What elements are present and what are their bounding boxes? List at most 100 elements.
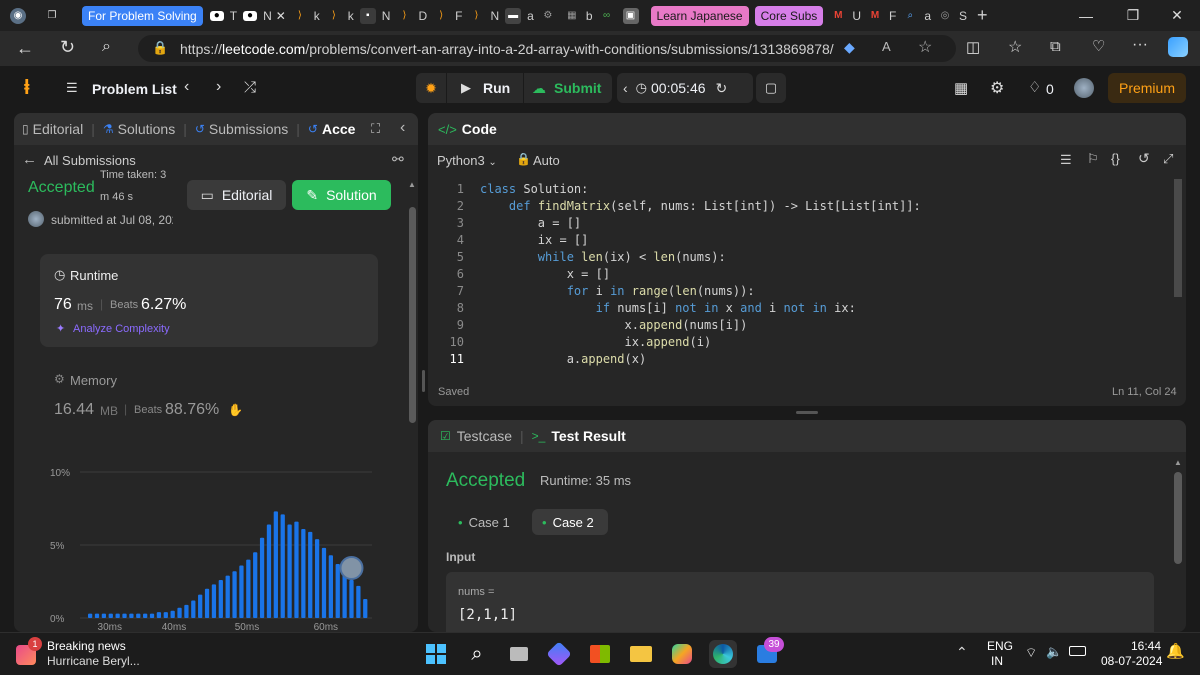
browser-health-icon[interactable]: ♡ bbox=[1092, 37, 1105, 55]
leetcode-tab-icon[interactable]: ⟩ bbox=[292, 8, 308, 24]
volume-icon[interactable]: 🔈 bbox=[1046, 644, 1062, 660]
copilot-icon[interactable] bbox=[1168, 37, 1188, 57]
problem-list-icon[interactable]: ☰ bbox=[66, 80, 78, 96]
new-tab-icon[interactable]: + bbox=[977, 5, 988, 26]
search-icon[interactable]: ⌕ bbox=[102, 38, 111, 56]
edge-browser-icon[interactable] bbox=[709, 640, 737, 668]
close-window-icon[interactable]: ✕ bbox=[1154, 0, 1200, 31]
tab-title-fragment[interactable]: b bbox=[586, 9, 593, 23]
news-subtitle[interactable]: Hurricane Beryl... bbox=[47, 654, 140, 668]
shuffle-icon[interactable]: ⤮ bbox=[244, 79, 256, 96]
tab-close-icon[interactable]: ✕ bbox=[276, 9, 286, 23]
tab-group-core-subs[interactable]: Core Subs bbox=[754, 5, 824, 26]
copilot-app-icon[interactable] bbox=[545, 640, 573, 668]
language-select[interactable]: Python3 ⌄ bbox=[437, 153, 497, 168]
tab-favicon[interactable]: ▦ bbox=[564, 8, 580, 24]
code-line[interactable]: 8 if nums[i] not in x and i not in ix: bbox=[428, 300, 1148, 317]
scroll-up-icon[interactable]: ▲ bbox=[1174, 458, 1182, 467]
tab-favicon[interactable]: ⚙ bbox=[540, 8, 556, 24]
tag-icon[interactable]: ◆ bbox=[844, 39, 855, 56]
tab-title-fragment[interactable]: F bbox=[455, 9, 462, 23]
editorial-button[interactable]: ▭ Editorial bbox=[187, 180, 286, 210]
read-aloud-icon[interactable]: A bbox=[882, 39, 891, 54]
tab-favicon[interactable]: ◎ bbox=[937, 8, 953, 24]
run-button[interactable]: ▶ Run bbox=[447, 73, 523, 103]
task-view-icon[interactable] bbox=[505, 640, 533, 668]
back-icon[interactable]: ← bbox=[16, 38, 34, 59]
reset-code-icon[interactable]: ↺ bbox=[1138, 150, 1150, 167]
site-info-icon[interactable]: 🔒 bbox=[152, 40, 168, 56]
code-line[interactable]: 7 for i in range(len(nums)): bbox=[428, 283, 1148, 300]
vertical-splitter[interactable] bbox=[422, 370, 425, 392]
tab-title-fragment[interactable]: k bbox=[314, 9, 320, 23]
gmail-tab-icon[interactable]: M bbox=[867, 8, 883, 24]
case-1-button[interactable]: • Case 1 bbox=[448, 509, 522, 535]
code-scrollbar-thumb[interactable] bbox=[1174, 179, 1182, 297]
tab-title-fragment[interactable]: S bbox=[959, 9, 967, 23]
tab-title-fragment[interactable]: U bbox=[852, 9, 861, 23]
tab-favicon[interactable]: ▪ bbox=[359, 7, 376, 24]
runtime-card[interactable]: ◷ Runtime 76 ms | Beats 6.27% ✦ Analyze … bbox=[40, 254, 378, 347]
tab-favicon[interactable]: ▣ bbox=[622, 7, 639, 24]
input-box[interactable]: nums = [2,1,1] bbox=[446, 572, 1154, 632]
tab-title-fragment[interactable]: a bbox=[527, 9, 534, 23]
debug-button[interactable]: ✹ bbox=[416, 73, 446, 103]
favorites-icon[interactable]: ☆ bbox=[1008, 37, 1022, 57]
favorite-star-icon[interactable]: ☆ bbox=[918, 37, 932, 57]
code-line[interactable]: 1 class Solution: bbox=[428, 181, 1148, 198]
code-line[interactable]: 11 a.append(x) bbox=[428, 351, 1148, 368]
braces-icon[interactable]: {} bbox=[1111, 151, 1120, 166]
streak-fire-icon[interactable]: ♢ bbox=[1028, 78, 1041, 96]
leetcode-logo-icon[interactable]: ⱡ bbox=[24, 77, 30, 100]
tab-title-fragment[interactable]: N bbox=[263, 9, 272, 23]
url-text[interactable]: https://leetcode.com/problems/convert-an… bbox=[180, 41, 834, 57]
tab-title-fragment[interactable]: F bbox=[889, 9, 896, 23]
back-arrow-icon[interactable]: ← bbox=[22, 151, 37, 168]
expand-icon[interactable]: ⤢ bbox=[1163, 151, 1173, 167]
bookmark-icon[interactable]: ⚐ bbox=[1087, 151, 1099, 167]
leetcode-tab-icon[interactable]: ⟩ bbox=[326, 8, 342, 24]
tab-group-learn-japanese[interactable]: Learn Japanese bbox=[650, 5, 749, 26]
tab-title-fragment[interactable]: N bbox=[382, 9, 391, 23]
tab-test-result[interactable]: >_ Test Result bbox=[532, 428, 626, 444]
split-screen-icon[interactable]: ◫ bbox=[966, 38, 980, 56]
collapse-icon[interactable]: ‹ bbox=[400, 119, 405, 137]
windows-start-icon[interactable] bbox=[422, 640, 450, 668]
auto-mode-label[interactable]: Auto bbox=[533, 153, 560, 168]
language-indicator[interactable]: ENG bbox=[987, 639, 1013, 653]
solution-button[interactable]: ✎ Solution bbox=[292, 180, 391, 210]
copilot-icon[interactable] bbox=[668, 640, 696, 668]
region-indicator[interactable]: IN bbox=[991, 654, 1003, 668]
analyze-complexity-link[interactable]: Analyze Complexity bbox=[73, 323, 170, 335]
format-icon[interactable]: ☰ bbox=[1060, 152, 1072, 168]
tab-favicon-media[interactable]: ● bbox=[243, 10, 258, 21]
scroll-up-icon[interactable]: ▲ bbox=[408, 180, 416, 189]
tab-title-fragment[interactable]: a bbox=[924, 9, 931, 23]
tab-favicon-media[interactable]: ● bbox=[209, 10, 224, 21]
result-scrollbar-thumb[interactable] bbox=[1174, 472, 1182, 564]
store-icon[interactable] bbox=[586, 640, 614, 668]
reset-timer-icon[interactable]: ↻ bbox=[716, 80, 728, 97]
premium-button[interactable]: Premium bbox=[1108, 73, 1186, 103]
news-title[interactable]: Breaking news bbox=[47, 639, 126, 653]
tab-favicon[interactable]: ∞ bbox=[599, 8, 615, 24]
timer-widget[interactable]: ‹ ◷ 00:05:46 ↻ bbox=[617, 73, 753, 103]
code-editor[interactable]: 1 class Solution: 2 def findMatrix(self, n… bbox=[428, 181, 1176, 369]
tab-group-problem-solving[interactable]: For Problem Solving bbox=[82, 5, 203, 26]
runtime-distribution-chart[interactable]: 10% 5% 0% 30ms 40ms 50ms 60ms bbox=[40, 458, 380, 632]
gmail-tab-icon[interactable]: M bbox=[830, 8, 846, 24]
code-line[interactable]: 2 def findMatrix(self, nums: List[int]) … bbox=[428, 198, 1148, 215]
case-2-button[interactable]: • Case 2 bbox=[532, 509, 608, 535]
problem-list-link[interactable]: Problem List bbox=[92, 81, 177, 97]
settings-gear-icon[interactable]: ⚙ bbox=[990, 78, 1004, 98]
leetcode-tab-icon[interactable]: ⟩ bbox=[468, 8, 484, 24]
chevron-up-icon[interactable]: ⌃ bbox=[956, 644, 968, 661]
tab-title-fragment[interactable]: N bbox=[490, 9, 499, 23]
tab-submissions[interactable]: ↺ Submissions bbox=[195, 121, 288, 137]
profile-icon[interactable]: ◉ bbox=[10, 7, 26, 24]
code-line[interactable]: 4 ix = [] bbox=[428, 232, 1148, 249]
layout-icon[interactable]: ▦ bbox=[954, 79, 968, 97]
notification-bell-icon[interactable]: 🔔 bbox=[1166, 642, 1185, 660]
scrollbar-thumb[interactable] bbox=[409, 207, 416, 423]
tab-favicon[interactable]: ▬ bbox=[505, 7, 522, 24]
